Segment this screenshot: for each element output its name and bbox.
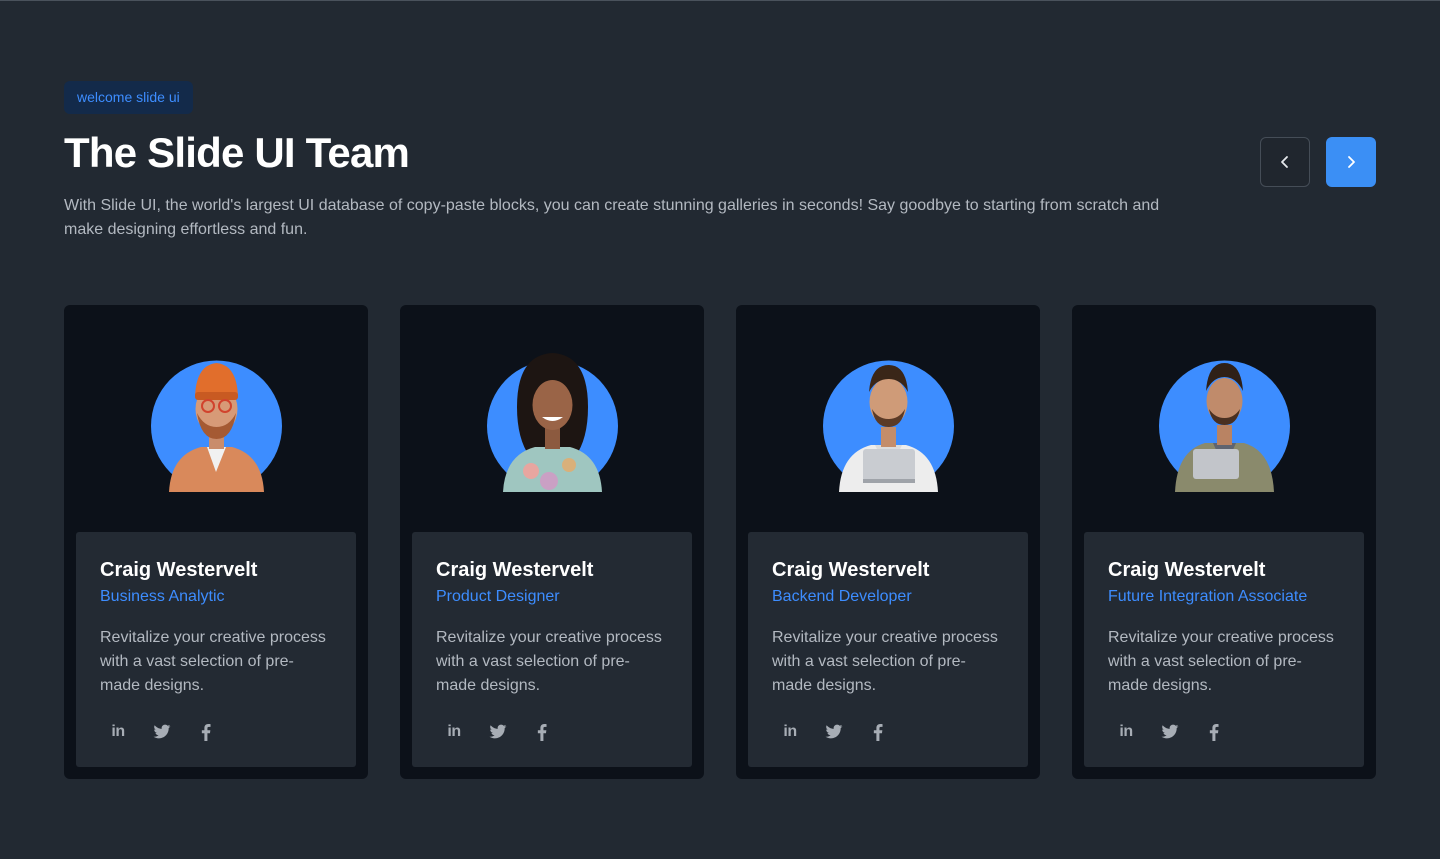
avatar — [151, 360, 282, 492]
linkedin-icon: in — [1119, 723, 1133, 740]
linkedin-icon: in — [111, 723, 125, 740]
card-body: Craig Westervelt Future Integration Asso… — [1084, 532, 1364, 767]
avatar — [487, 353, 618, 492]
chevron-right-icon — [1348, 156, 1355, 168]
social-links: in — [1114, 720, 1340, 744]
team-card: Craig Westervelt Business Analytic Revit… — [64, 305, 368, 779]
linkedin-icon: in — [783, 723, 797, 740]
facebook-link[interactable] — [194, 720, 218, 744]
member-name: Craig Westervelt — [772, 559, 930, 581]
page-description: With Slide UI, the world's largest UI da… — [64, 197, 1160, 238]
member-role: Backend Developer — [772, 588, 912, 605]
card-body: Craig Westervelt Product Designer Revita… — [412, 532, 692, 767]
facebook-link[interactable] — [530, 720, 554, 744]
team-card: Craig Westervelt Future Integration Asso… — [1072, 305, 1376, 779]
card-body: Craig Westervelt Backend Developer Revit… — [748, 532, 1028, 767]
team-section: welcome slide ui The Slide UI Team With … — [0, 0, 1440, 859]
member-bio: Revitalize your creative process with a … — [772, 629, 998, 694]
page-title: The Slide UI Team — [64, 129, 410, 176]
linkedin-link[interactable]: in — [106, 720, 130, 744]
avatar — [823, 360, 954, 492]
facebook-link[interactable] — [1202, 720, 1226, 744]
member-name: Craig Westervelt — [1108, 559, 1266, 581]
social-links: in — [106, 720, 332, 744]
facebook-icon — [201, 723, 211, 741]
linkedin-icon: in — [447, 723, 461, 740]
team-card: Craig Westervelt Product Designer Revita… — [400, 305, 704, 779]
chevron-left-icon — [1281, 156, 1288, 168]
member-name: Craig Westervelt — [100, 559, 258, 581]
twitter-link[interactable] — [822, 720, 846, 744]
twitter-link[interactable] — [150, 720, 174, 744]
team-card: Craig Westervelt Backend Developer Revit… — [736, 305, 1040, 779]
avatar — [1159, 360, 1290, 492]
member-role: Business Analytic — [100, 588, 225, 605]
facebook-link[interactable] — [866, 720, 890, 744]
twitter-icon — [153, 724, 171, 739]
linkedin-link[interactable]: in — [442, 720, 466, 744]
facebook-icon — [537, 723, 547, 741]
facebook-icon — [873, 723, 883, 741]
member-bio: Revitalize your creative process with a … — [436, 629, 662, 694]
twitter-icon — [1161, 724, 1179, 739]
previous-slide-button[interactable] — [1260, 137, 1310, 187]
card-body: Craig Westervelt Business Analytic Revit… — [76, 532, 356, 767]
member-role: Future Integration Associate — [1108, 588, 1308, 605]
member-bio: Revitalize your creative process with a … — [1108, 629, 1334, 694]
member-name: Craig Westervelt — [436, 559, 594, 581]
social-links: in — [442, 720, 668, 744]
welcome-badge: welcome slide ui — [64, 81, 193, 114]
twitter-link[interactable] — [1158, 720, 1182, 744]
team-cards: Craig Westervelt Business Analytic Revit… — [64, 305, 1376, 779]
member-bio: Revitalize your creative process with a … — [100, 629, 326, 694]
facebook-icon — [1209, 723, 1219, 741]
twitter-icon — [825, 724, 843, 739]
twitter-icon — [489, 724, 507, 739]
linkedin-link[interactable]: in — [778, 720, 802, 744]
member-role: Product Designer — [436, 588, 560, 605]
linkedin-link[interactable]: in — [1114, 720, 1138, 744]
twitter-link[interactable] — [486, 720, 510, 744]
social-links: in — [778, 720, 1004, 744]
next-slide-button[interactable] — [1326, 137, 1376, 187]
